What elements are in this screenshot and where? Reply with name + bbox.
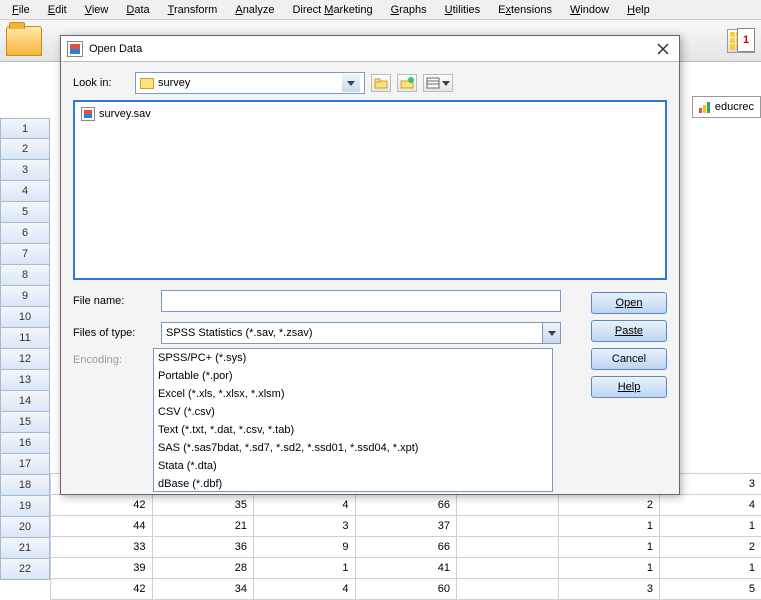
row-header[interactable]: 7 [0, 244, 50, 265]
row-header[interactable]: 14 [0, 391, 50, 412]
menu-file[interactable]: File [4, 2, 38, 18]
paste-button[interactable]: Paste [591, 320, 667, 342]
table-row[interactable]: 442133711 [51, 516, 761, 537]
filetype-option[interactable]: SPSS/PC+ (*.sys) [154, 349, 552, 367]
new-folder-icon[interactable] [397, 74, 417, 92]
row-header[interactable]: 2 [0, 139, 50, 160]
menu-edit[interactable]: Edit [40, 2, 75, 18]
toolbar-red-badge[interactable]: 1 [737, 28, 755, 52]
file-item-label: survey.sav [99, 108, 151, 120]
lookin-dropdown[interactable]: survey [135, 72, 365, 94]
column-header-educrec[interactable]: educrec [692, 96, 761, 118]
chevron-down-icon [342, 74, 360, 92]
table-row[interactable]: 423546624 [51, 495, 761, 516]
filetype-option[interactable]: Text (*.txt, *.dat, *.csv, *.tab) [154, 421, 552, 439]
row-header[interactable]: 18 [0, 475, 50, 496]
file-item-survey-sav[interactable]: survey.sav [79, 106, 661, 122]
row-header[interactable]: 20 [0, 517, 50, 538]
row-header[interactable]: 22 [0, 559, 50, 580]
filetype-dropdown[interactable]: SPSS Statistics (*.sav, *.zsav) [161, 322, 561, 344]
filetype-option[interactable]: dBase (*.dbf) [154, 475, 552, 491]
close-icon [657, 43, 669, 55]
row-header[interactable]: 1 [0, 118, 50, 139]
dialog-titlebar[interactable]: Open Data [61, 36, 679, 62]
chevron-down-icon [542, 323, 560, 343]
row-header[interactable]: 4 [0, 181, 50, 202]
spss-file-icon [67, 41, 83, 57]
menu-help[interactable]: Help [619, 2, 658, 18]
lookin-label: Look in: [73, 77, 129, 89]
filetype-option[interactable]: Excel (*.xls, *.xlsx, *.xlsm) [154, 385, 552, 403]
row-header[interactable]: 8 [0, 265, 50, 286]
encoding-label: Encoding: [73, 354, 153, 366]
row-headers-upper: 1 2 3 4 5 6 7 8 9 10 11 12 13 14 15 16 1… [0, 118, 50, 580]
filename-label: File name: [73, 295, 153, 307]
table-row[interactable]: 333696612 [51, 537, 761, 558]
filetype-option[interactable]: SAS (*.sas7bdat, *.sd7, *.sd2, *.ssd01, … [154, 439, 552, 457]
file-list[interactable]: survey.sav [73, 100, 667, 280]
filetype-option[interactable]: Portable (*.por) [154, 367, 552, 385]
row-header[interactable]: 19 [0, 496, 50, 517]
open-data-dialog: Open Data Look in: survey [60, 35, 680, 495]
cancel-button[interactable]: Cancel [591, 348, 667, 370]
view-menu-button[interactable] [423, 74, 453, 92]
row-header[interactable]: 11 [0, 328, 50, 349]
filename-input[interactable] [161, 290, 561, 312]
menu-analyze[interactable]: Analyze [227, 2, 282, 18]
menu-view[interactable]: View [77, 2, 117, 18]
filetype-label: Files of type: [73, 327, 153, 339]
spss-file-icon [81, 107, 95, 121]
help-button[interactable]: Help [591, 376, 667, 398]
open-file-icon[interactable] [6, 26, 42, 56]
filetype-option[interactable]: CSV (*.csv) [154, 403, 552, 421]
row-header[interactable]: 12 [0, 349, 50, 370]
lookin-value: survey [158, 77, 190, 89]
filetype-dropdown-list[interactable]: SPSS/PC+ (*.sys) Portable (*.por) Excel … [153, 348, 553, 492]
menu-extensions[interactable]: Extensions [490, 2, 560, 18]
row-header[interactable]: 6 [0, 223, 50, 244]
menu-direct-marketing[interactable]: Direct Marketing [284, 2, 380, 18]
row-header[interactable]: 17 [0, 454, 50, 475]
row-header[interactable]: 5 [0, 202, 50, 223]
menu-transform[interactable]: Transform [160, 2, 226, 18]
row-header[interactable]: 13 [0, 370, 50, 391]
up-one-level-icon[interactable] [371, 74, 391, 92]
row-header[interactable]: 9 [0, 286, 50, 307]
dialog-title: Open Data [89, 43, 142, 55]
menu-data[interactable]: Data [118, 2, 157, 18]
table-row[interactable]: 423446035 [51, 579, 761, 600]
row-header[interactable]: 21 [0, 538, 50, 559]
filetype-option[interactable]: Stata (*.dta) [154, 457, 552, 475]
menu-bar: File Edit View Data Transform Analyze Di… [0, 0, 761, 20]
bar-chart-icon [699, 101, 711, 113]
open-button[interactable]: Open [591, 292, 667, 314]
filetype-selected: SPSS Statistics (*.sav, *.zsav) [166, 327, 313, 339]
menu-utilities[interactable]: Utilities [437, 2, 488, 18]
folder-icon [140, 78, 154, 89]
row-header[interactable]: 3 [0, 160, 50, 181]
table-row[interactable]: 392814111 [51, 558, 761, 579]
close-button[interactable] [653, 39, 673, 59]
row-header[interactable]: 16 [0, 433, 50, 454]
menu-window[interactable]: Window [562, 2, 617, 18]
row-header[interactable]: 15 [0, 412, 50, 433]
row-header[interactable]: 10 [0, 307, 50, 328]
menu-graphs[interactable]: Graphs [383, 2, 435, 18]
